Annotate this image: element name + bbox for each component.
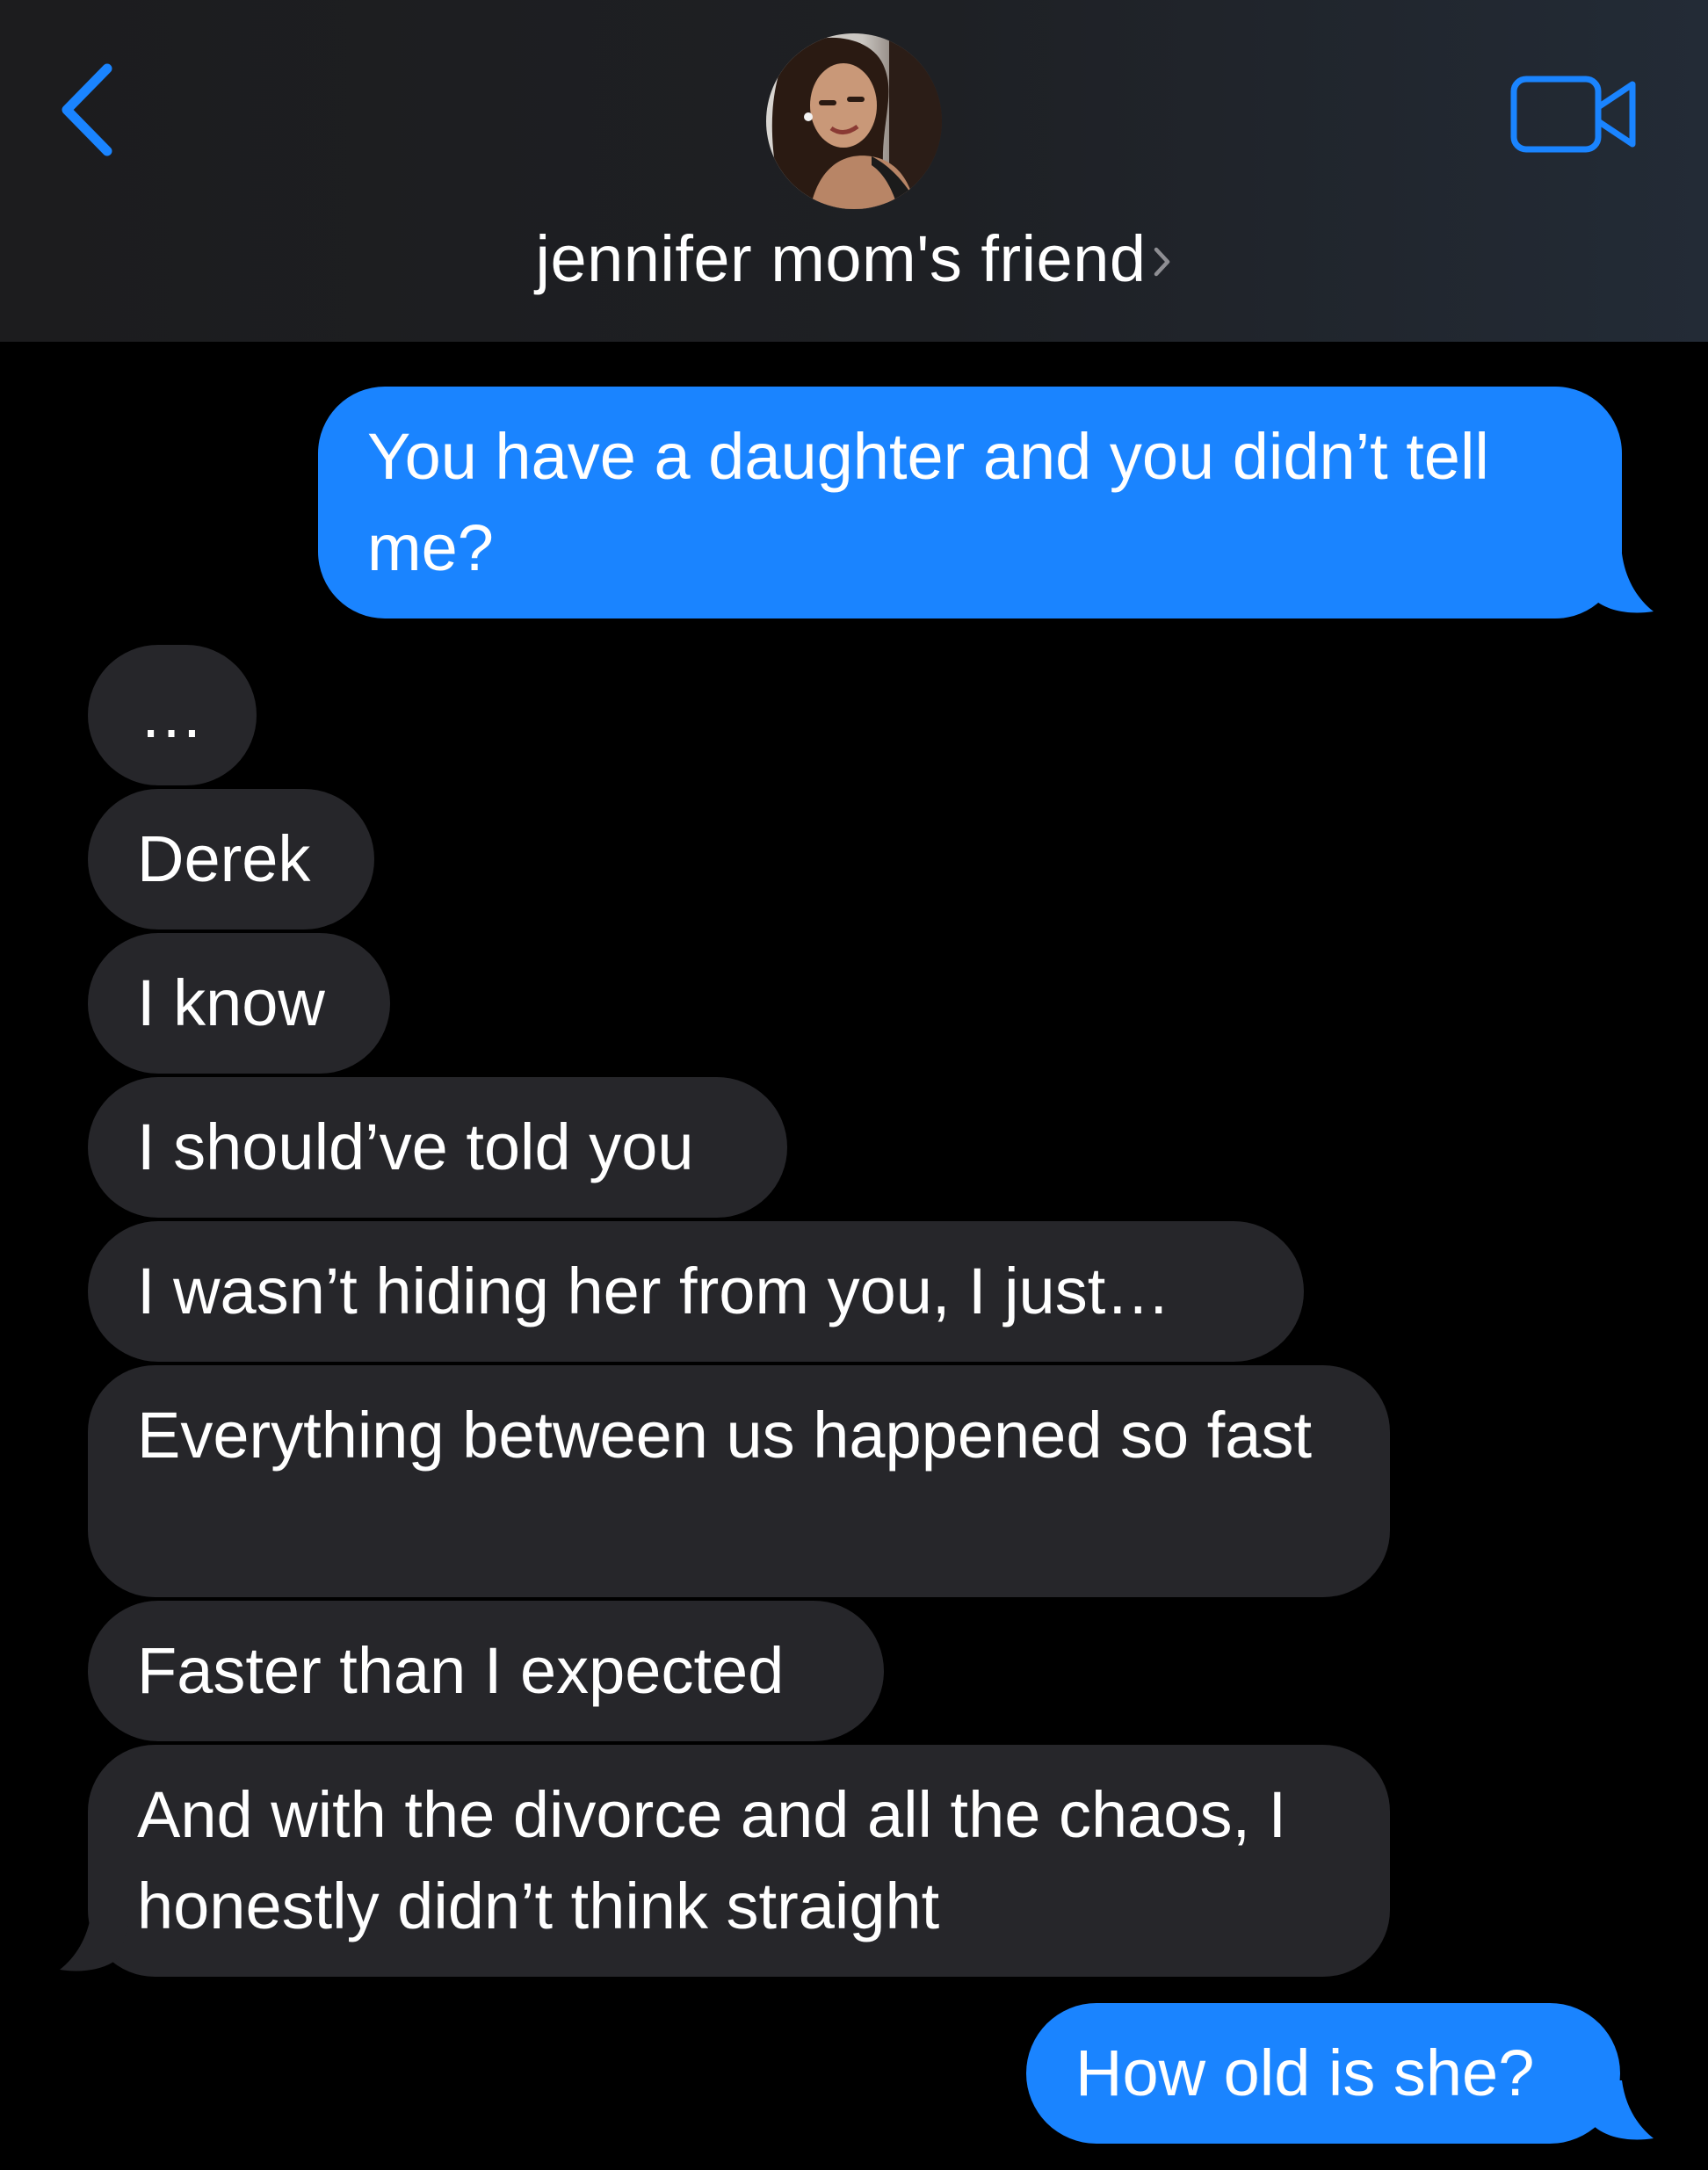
message-text: I know — [137, 966, 325, 1039]
message-text: And with the divorce and all the chaos, … — [137, 1778, 1287, 1942]
bubble-tail — [1581, 2080, 1654, 2140]
message-text: Derek — [137, 822, 311, 895]
message-bubble-outgoing[interactable]: You have a daughter and you didn’t tell … — [318, 387, 1622, 618]
message-bubble-incoming[interactable]: I wasn’t hiding her from you, I just… — [88, 1221, 1304, 1362]
contact-avatar[interactable] — [766, 33, 942, 209]
message-text: … — [139, 678, 204, 751]
contact-name: jennifer mom's friend — [535, 222, 1147, 295]
back-button[interactable] — [54, 53, 134, 167]
message-bubble-incoming[interactable]: I should’ve told you — [88, 1077, 787, 1218]
video-call-button[interactable] — [1509, 74, 1641, 158]
bubble-tail — [60, 1912, 132, 1971]
message-bubble-incoming[interactable]: I know — [88, 933, 390, 1074]
message-text: You have a daughter and you didn’t tell … — [367, 420, 1489, 584]
chevron-right-icon — [1154, 247, 1169, 276]
chevron-left-icon — [62, 63, 112, 156]
message-text: I should’ve told you — [137, 1110, 694, 1183]
bubble-tail — [1581, 553, 1654, 613]
message-text: How old is she? — [1075, 2036, 1535, 2109]
contact-name-button[interactable]: jennifer mom's friend — [0, 221, 1708, 296]
message-bubble-incoming[interactable]: Everything between us happened so fast — [88, 1365, 1390, 1597]
message-bubble-incoming[interactable]: And with the divorce and all the chaos, … — [88, 1745, 1390, 1977]
message-bubble-incoming[interactable]: Faster than I expected — [88, 1601, 884, 1741]
message-text: Faster than I expected — [137, 1634, 785, 1707]
video-camera-icon — [1510, 76, 1636, 153]
message-bubble-incoming[interactable]: … — [88, 645, 257, 785]
contact-photo — [766, 33, 942, 209]
conversation-header: jennifer mom's friend — [0, 0, 1708, 342]
message-bubble-outgoing[interactable]: How old is she? — [1026, 2003, 1620, 2144]
message-text: Everything between us happened so fast — [137, 1399, 1313, 1472]
message-text: I wasn’t hiding her from you, I just… — [137, 1255, 1171, 1327]
message-bubble-incoming[interactable]: Derek — [88, 789, 374, 929]
